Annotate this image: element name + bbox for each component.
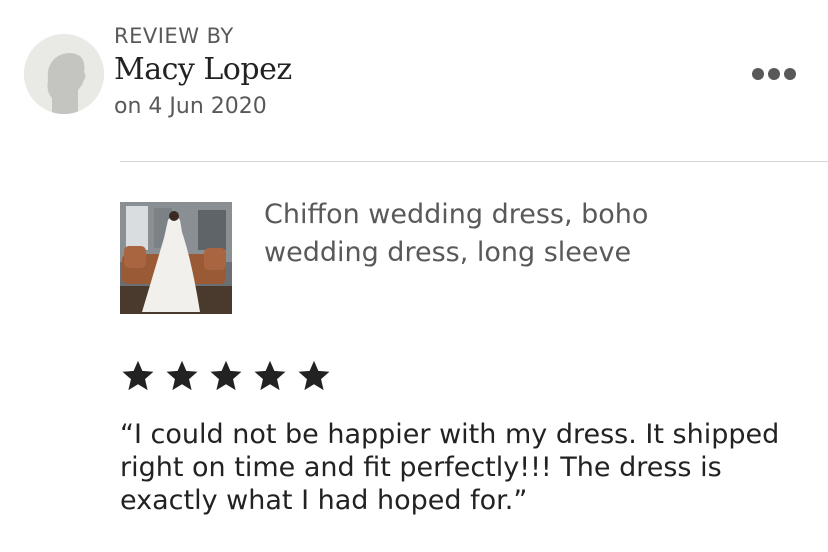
- item-photo: [120, 202, 232, 314]
- more-options-icon-dot: [768, 68, 780, 80]
- divider: [120, 161, 828, 162]
- avatar[interactable]: [24, 34, 104, 114]
- more-options-icon-dot: [784, 68, 796, 80]
- star-icon: [254, 360, 286, 391]
- star-icon: [166, 360, 198, 391]
- star-icon: [122, 360, 154, 391]
- more-options-icon: [752, 68, 764, 80]
- star-icon: [298, 360, 330, 391]
- star-rating: [120, 358, 332, 394]
- review-date: on 4 Jun 2020: [114, 94, 267, 119]
- review-by-label: REVIEW BY: [114, 24, 234, 48]
- reviewer-name: Macy Lopez: [114, 52, 292, 87]
- default-user-silhouette-icon: [24, 34, 104, 114]
- item-thumbnail[interactable]: [120, 202, 232, 314]
- item-title-link[interactable]: Chiffon wedding dress, boho wedding dres…: [264, 196, 734, 272]
- more-options-button[interactable]: [744, 60, 804, 88]
- review-text: “I could not be happier with my dress. I…: [120, 419, 780, 516]
- star-icon: [210, 360, 242, 391]
